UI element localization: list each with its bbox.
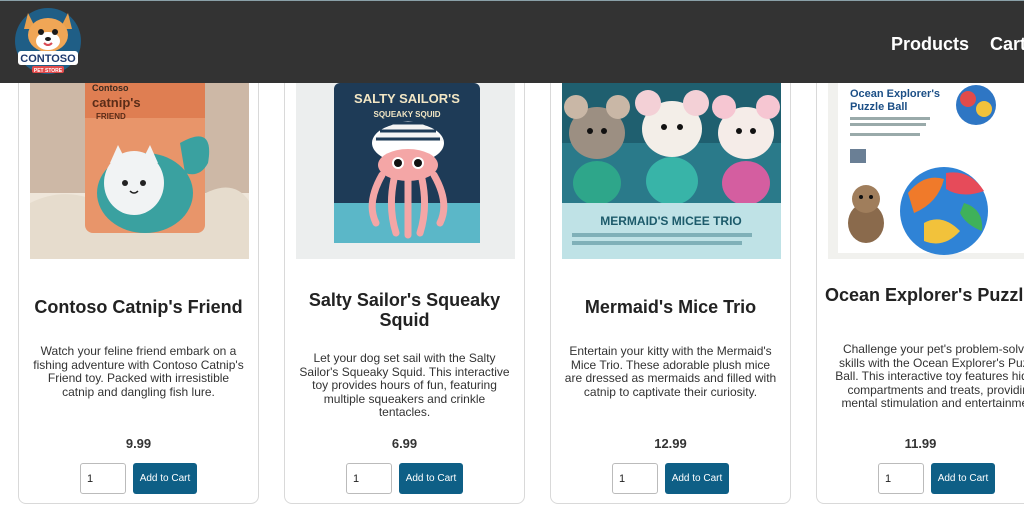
nav-products-link[interactable]: Products	[891, 34, 969, 55]
product-title: Ocean Explorer's Puzzle Ball	[825, 285, 1024, 305]
package-title: SALTY SAILOR'S	[354, 91, 460, 106]
product-image[interactable]: Contoso catnip's FRIEND	[30, 83, 249, 259]
product-price: 11.99	[904, 436, 937, 451]
top-navbar: CONTOSO PET STORE Products Cart	[0, 0, 1024, 83]
product-card: MERMAID'S MICEE TRIO Mermaid's Mice Trio…	[550, 50, 791, 504]
product-title: Contoso Catnip's Friend	[34, 297, 243, 317]
product-title: Salty Sailor's Squeaky Squid	[308, 290, 501, 330]
product-card: SALTY SAILOR'S SQUEAKY SQUID Salty Sailo…	[284, 50, 525, 504]
package-title: Ocean Explorer's	[850, 88, 940, 100]
product-card: Contoso catnip's FRIEND Contoso Catnip's…	[18, 50, 259, 504]
package-sub: Puzzle Ball	[850, 101, 907, 113]
product-title: Mermaid's Mice Trio	[584, 297, 757, 317]
product-description: Watch your feline friend embark on a fis…	[33, 344, 244, 399]
product-price: 6.99	[391, 436, 418, 451]
quantity-input[interactable]	[346, 463, 392, 494]
package-title: MERMAID'S MICEE TRIO	[600, 214, 742, 228]
product-price: 9.99	[125, 436, 152, 451]
main-nav: Products Cart	[0, 1, 1024, 83]
package-sub: SQUEAKY SQUID	[374, 110, 441, 119]
product-description: Entertain your kitty with the Mermaid's …	[564, 344, 777, 399]
quantity-input[interactable]	[878, 463, 924, 494]
add-to-cart-button[interactable]: Add to Cart	[931, 463, 995, 494]
product-description: Let your dog set sail with the Salty Sai…	[299, 351, 510, 419]
add-to-cart-button[interactable]: Add to Cart	[665, 463, 729, 494]
product-price: 12.99	[654, 436, 687, 451]
quantity-input[interactable]	[80, 463, 126, 494]
package-brand: Contoso	[92, 83, 129, 93]
product-image[interactable]: MERMAID'S MICEE TRIO	[562, 83, 781, 259]
product-description: Challenge your pet's problem-solving ski…	[835, 342, 1024, 410]
package-title: catnip's	[92, 95, 141, 110]
product-card: Ocean Explorer's Puzzle Ball Ocean Explo…	[816, 50, 1024, 504]
package-sub: FRIEND	[96, 112, 126, 121]
nav-cart-link[interactable]: Cart	[990, 34, 1024, 55]
add-to-cart-button[interactable]: Add to Cart	[399, 463, 463, 494]
product-image[interactable]: Ocean Explorer's Puzzle Ball	[828, 83, 1024, 259]
quantity-input[interactable]	[612, 463, 658, 494]
product-image[interactable]: SALTY SAILOR'S SQUEAKY SQUID	[296, 83, 515, 259]
add-to-cart-button[interactable]: Add to Cart	[133, 463, 197, 494]
